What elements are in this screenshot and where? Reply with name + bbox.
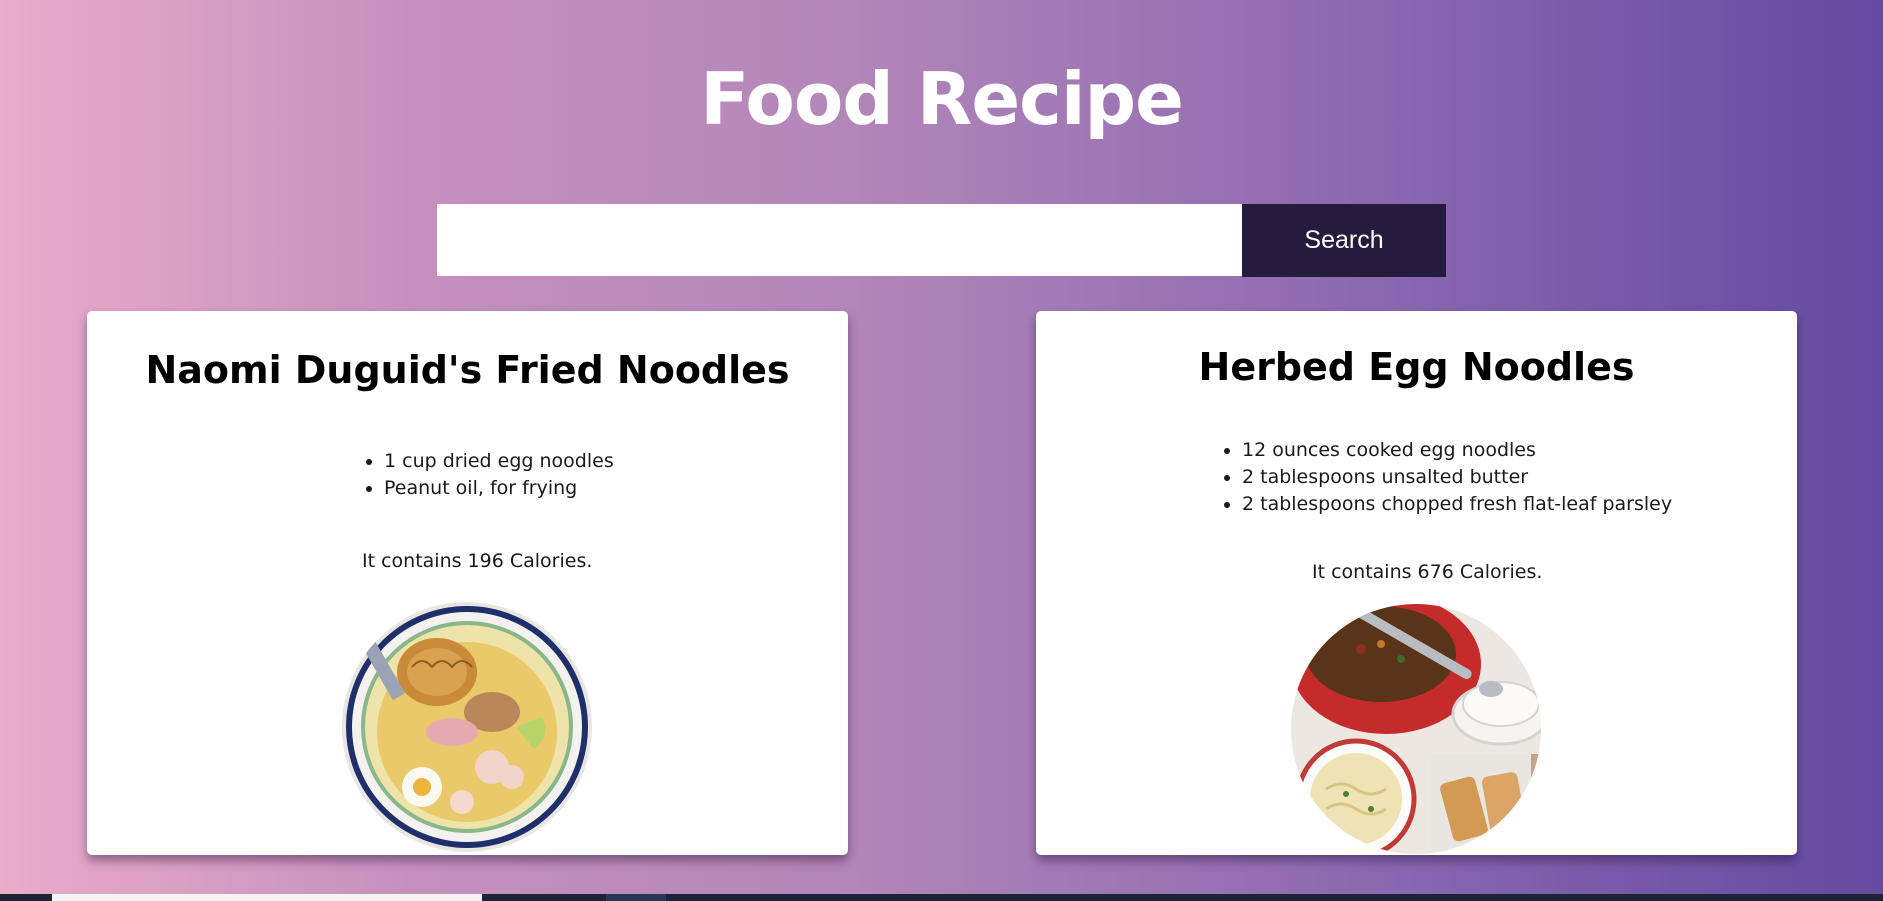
page-title: Food Recipe — [700, 57, 1184, 141]
recipe-card: Naomi Duguid's Fried Noodles 1 cup dried… — [87, 311, 848, 855]
taskbar-item[interactable] — [606, 894, 666, 901]
search-input[interactable] — [437, 204, 1242, 276]
ingredient-list: 12 ounces cooked egg noodles 2 tablespoo… — [1220, 437, 1672, 518]
ingredient-item: 2 tablespoons unsalted butter — [1242, 464, 1672, 491]
ingredient-list: 1 cup dried egg noodles Peanut oil, for … — [362, 448, 614, 502]
ingredient-item: 1 cup dried egg noodles — [384, 448, 614, 475]
calories-text: It contains 676 Calories. — [1312, 561, 1543, 583]
noodle-bowl-image — [342, 602, 592, 852]
recipe-card: Herbed Egg Noodles 12 ounces cooked egg … — [1036, 311, 1797, 855]
taskbar — [0, 894, 1883, 901]
stew-and-noodles-image — [1291, 604, 1541, 854]
taskbar-tab[interactable] — [52, 894, 482, 901]
ingredient-item: 12 ounces cooked egg noodles — [1242, 437, 1672, 464]
calories-text: It contains 196 Calories. — [362, 550, 593, 572]
search-button[interactable]: Search — [1242, 204, 1446, 277]
search-bar: Search — [437, 204, 1446, 277]
ingredient-item: 2 tablespoons chopped fresh flat-leaf pa… — [1242, 491, 1672, 518]
ingredient-item: Peanut oil, for frying — [384, 475, 614, 502]
recipe-title: Naomi Duguid's Fried Noodles — [145, 348, 790, 392]
recipe-title: Herbed Egg Noodles — [1198, 345, 1635, 389]
